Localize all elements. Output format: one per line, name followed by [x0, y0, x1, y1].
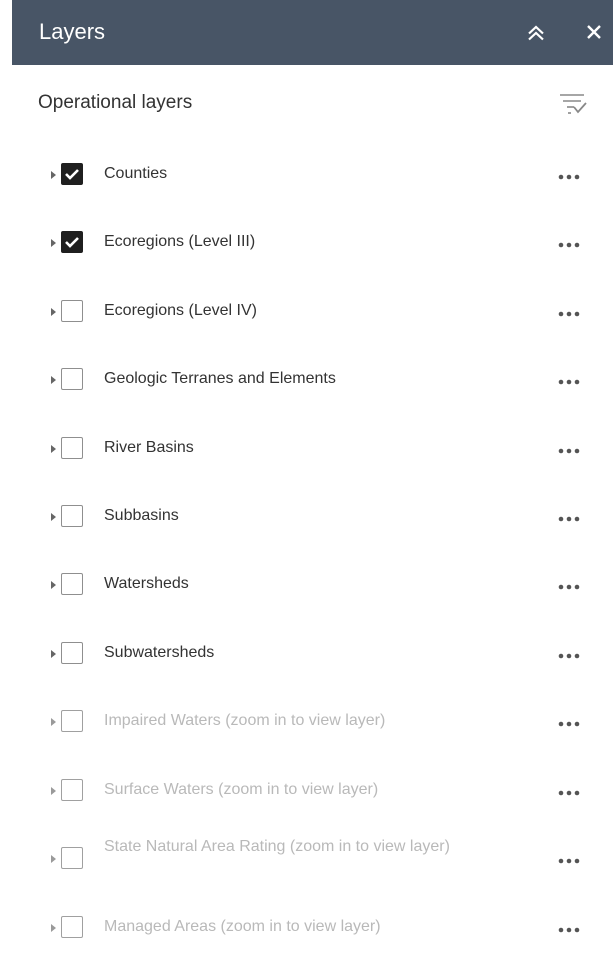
layer-label: Surface Waters (zoom in to view layer) [104, 781, 379, 798]
caret-right-icon[interactable] [50, 717, 58, 727]
layer-row[interactable]: Subwatersheds [12, 626, 613, 682]
ellipsis-icon [558, 242, 580, 248]
close-panel-button[interactable] [584, 22, 604, 42]
layer-options-button[interactable] [555, 374, 585, 386]
layer-checkbox-checked[interactable] [61, 231, 83, 253]
close-icon [587, 25, 601, 39]
double-chevron-up-icon [528, 25, 544, 41]
layer-options-button[interactable] [555, 716, 585, 728]
layer-options-button[interactable] [555, 922, 585, 934]
layer-label: Impaired Waters (zoom in to view layer) [104, 712, 386, 729]
layer-checkbox[interactable] [61, 368, 83, 390]
caret-right-icon[interactable] [50, 649, 58, 659]
layer-row[interactable]: Managed Areas (zoom in to view layer) [12, 900, 613, 956]
ellipsis-icon [558, 584, 580, 590]
layer-row[interactable]: Ecoregions (Level IV) [12, 284, 613, 340]
ellipsis-icon [558, 311, 580, 317]
caret-right-icon[interactable] [50, 238, 58, 248]
layer-row[interactable]: State Natural Area Rating (zoom in to vi… [12, 831, 613, 887]
ellipsis-icon [558, 174, 580, 180]
layer-options-button[interactable] [555, 785, 585, 797]
caret-right-icon[interactable] [50, 375, 58, 385]
ellipsis-icon [558, 721, 580, 727]
layer-label: Managed Areas (zoom in to view layer) [104, 918, 381, 935]
ellipsis-icon [558, 379, 580, 385]
checkmark-icon [65, 169, 79, 180]
ellipsis-icon [558, 927, 580, 933]
panel-title: Layers [39, 19, 106, 44]
layer-checkbox[interactable] [61, 710, 83, 732]
layer-checkbox[interactable] [61, 573, 83, 595]
layer-options-button[interactable] [555, 579, 585, 591]
layer-label: Subwatersheds [104, 644, 215, 661]
caret-right-icon[interactable] [50, 854, 58, 864]
layer-checkbox[interactable] [61, 300, 83, 322]
layer-label: Counties [104, 165, 168, 182]
layer-row[interactable]: Watersheds [12, 557, 613, 613]
caret-right-icon[interactable] [50, 444, 58, 454]
caret-right-icon[interactable] [50, 512, 58, 522]
layer-label: State Natural Area Rating (zoom in to vi… [104, 838, 450, 855]
ellipsis-icon [558, 653, 580, 659]
layer-options-button[interactable] [555, 237, 585, 249]
layer-checkbox[interactable] [61, 916, 83, 938]
filter-list-check-icon [560, 94, 587, 114]
layer-row[interactable]: Subbasins [12, 489, 613, 545]
layer-row[interactable]: Impaired Waters (zoom in to view layer) [12, 694, 613, 750]
collapse-panel-button[interactable] [524, 21, 548, 45]
layer-options-button[interactable] [555, 648, 585, 660]
layer-label: Ecoregions (Level IV) [104, 302, 257, 319]
layer-options-button[interactable] [555, 443, 585, 455]
ellipsis-icon [558, 790, 580, 796]
layer-options-button[interactable] [555, 511, 585, 523]
ellipsis-icon [558, 516, 580, 522]
layer-options-button[interactable] [555, 306, 585, 318]
layer-row[interactable]: Counties [12, 147, 613, 203]
layer-options-button[interactable] [555, 169, 585, 181]
layer-options-button[interactable] [555, 853, 585, 865]
caret-right-icon[interactable] [50, 923, 58, 933]
layer-checkbox[interactable] [61, 642, 83, 664]
layer-label: Ecoregions (Level III) [104, 233, 256, 250]
caret-right-icon[interactable] [50, 580, 58, 590]
layer-row[interactable]: Ecoregions (Level III) [12, 215, 613, 271]
layer-label: Watersheds [104, 575, 189, 592]
layer-checkbox[interactable] [61, 779, 83, 801]
layers-panel: Layers Operational layers Counties Ecoreg… [12, 0, 613, 957]
caret-right-icon[interactable] [50, 786, 58, 796]
layer-row[interactable]: Geologic Terranes and Elements [12, 352, 613, 408]
checkmark-icon [65, 237, 79, 248]
layer-checkbox[interactable] [61, 505, 83, 527]
ellipsis-icon [558, 858, 580, 864]
layer-checkbox[interactable] [61, 847, 83, 869]
layer-label: Subbasins [104, 507, 179, 524]
layer-label: River Basins [104, 439, 194, 456]
caret-right-icon[interactable] [50, 307, 58, 317]
layer-label: Geologic Terranes and Elements [104, 370, 336, 387]
layer-row[interactable]: River Basins [12, 421, 613, 477]
layer-checkbox[interactable] [61, 437, 83, 459]
panel-header: Layers [12, 0, 613, 65]
ellipsis-icon [558, 448, 580, 454]
layer-checkbox-checked[interactable] [61, 163, 83, 185]
filter-layers-button[interactable] [557, 88, 587, 118]
caret-right-icon[interactable] [50, 170, 58, 180]
section-title: Operational layers [38, 92, 193, 113]
layer-row[interactable]: Surface Waters (zoom in to view layer) [12, 763, 613, 819]
